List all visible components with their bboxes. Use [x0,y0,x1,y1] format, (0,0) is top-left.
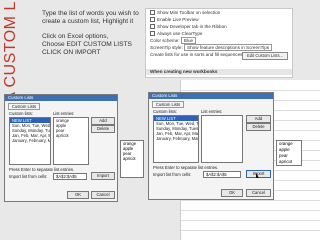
custom-lists-label: Custom lists: [9,111,33,116]
dialog-title: Custom Lists [5,95,117,101]
option-row[interactable]: Show Developer tab in the Ribbon [146,23,292,30]
list-entries-label: List entries: [53,111,75,116]
entry-item: apricot [56,133,69,138]
tab-custom-lists[interactable]: Custom Lists [8,103,40,110]
gridline [181,220,320,221]
ok-button[interactable]: OK [67,191,89,199]
add-button[interactable]: Add [91,117,115,125]
list-entries-box[interactable] [201,115,243,163]
checkbox[interactable] [150,10,155,16]
import-range-input[interactable]: $A$2:$A$5 [53,173,87,180]
color-scheme-row: Color scheme: Blue [146,37,292,45]
tab-custom-lists[interactable]: Custom Lists [152,101,184,108]
screentip-row: ScreenTip style: Show feature descriptio… [146,44,292,52]
dialog-title: Custom Lists [149,93,273,99]
edit-custom-lists-button[interactable]: Edit Custom Lists... [242,52,288,60]
gridline [181,210,320,211]
cancel-button[interactable]: Cancel [246,189,271,197]
gridline [181,90,320,91]
gridline [181,230,320,231]
add-button[interactable]: Add [246,115,271,123]
custom-lists-label: Custom lists: [153,109,177,114]
sheet-cell[interactable]: apricot [121,156,143,161]
list-entries-box[interactable]: orange apple pear apricot [53,117,89,165]
sheet-list-left: orange apple pear apricot [120,140,144,178]
excel-options-panel: Show Mini Toolbar on selection Enable Li… [145,8,293,78]
delete-button[interactable]: Delete [91,125,115,133]
press-enter-label: Press Enter to separate list entries. [9,167,75,172]
import-label: Import list from cells: [9,174,48,179]
instruction-2b: Choose EDIT CUSTOM LISTS [42,41,132,48]
option-row[interactable]: Show Mini Toolbar on selection [146,9,292,16]
list-item[interactable]: January, February, March, April [154,136,198,141]
import-range-input[interactable]: $A$2:$A$5 [203,171,241,178]
sheet-cell[interactable]: apricot [277,159,301,165]
press-enter-label: Press Enter to separate list entries. [153,165,219,170]
import-label: Import list from cells: [153,172,192,177]
list-item[interactable]: January, February, March, April [10,138,50,143]
custom-lists-dialog-left: Custom Lists Custom Lists Custom lists: … [4,94,118,202]
ok-button[interactable]: OK [221,189,243,197]
delete-button[interactable]: Delete [246,123,271,131]
cancel-button[interactable]: Cancel [91,191,115,199]
option-row[interactable]: Always use ClearType [146,30,292,37]
instructions: Type the list of words you wish to creat… [42,10,147,64]
checkbox[interactable] [150,24,155,30]
option-row[interactable]: Enable Live Preview [146,16,292,23]
custom-lists-box[interactable]: NEW LIST Sun, Mon, Tue, Wed, Thu, Fri, S… [9,117,51,165]
gridline [181,200,320,201]
instruction-2a: Click on Excel options, [42,33,109,40]
instruction-2: Click on Excel options, Choose EDIT CUST… [42,33,147,57]
import-button[interactable]: Import [91,172,115,180]
instruction-2c: CLICK ON IMPORT [42,49,101,56]
list-entries-label: List entries: [201,109,223,114]
custom-lists-dialog-right: Custom Lists Custom Lists Custom lists: … [148,92,274,200]
mouse-cursor-icon [256,173,259,178]
section-header: When creating new workbooks [146,69,292,75]
checkbox[interactable] [150,31,155,37]
custom-lists-box[interactable]: NEW LIST Sun, Mon, Tue, Wed, Thu, Fri, S… [153,115,199,163]
instruction-1: Type the list of words you wish to creat… [42,10,139,25]
sheet-list-right: orange apple pear apricot [276,140,302,166]
checkbox[interactable] [150,17,155,23]
